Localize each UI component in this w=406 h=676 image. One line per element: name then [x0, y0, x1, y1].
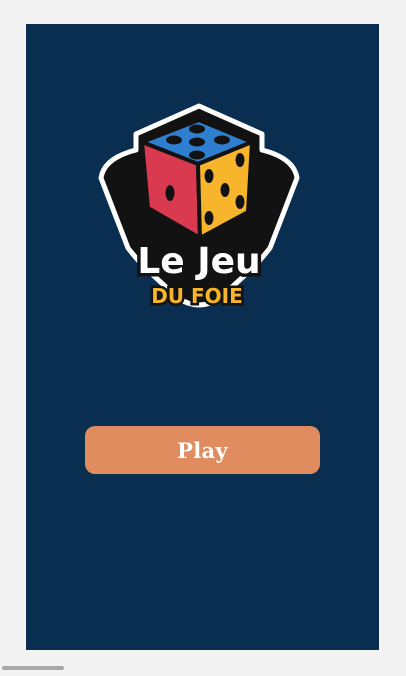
logo-title-text: Le Jeu: [137, 241, 260, 282]
game-logo: Le Jeu DU FOIE: [94, 98, 304, 318]
play-button[interactable]: Play: [85, 426, 320, 474]
app-window: Le Jeu DU FOIE Play: [0, 0, 406, 676]
scrollbar-thumb[interactable]: [2, 666, 64, 670]
game-screen: Le Jeu DU FOIE Play: [26, 24, 379, 650]
horizontal-scrollbar[interactable]: [0, 663, 406, 676]
logo-subtitle-text: DU FOIE: [151, 284, 243, 308]
logo-text: Le Jeu DU FOIE: [134, 238, 264, 311]
